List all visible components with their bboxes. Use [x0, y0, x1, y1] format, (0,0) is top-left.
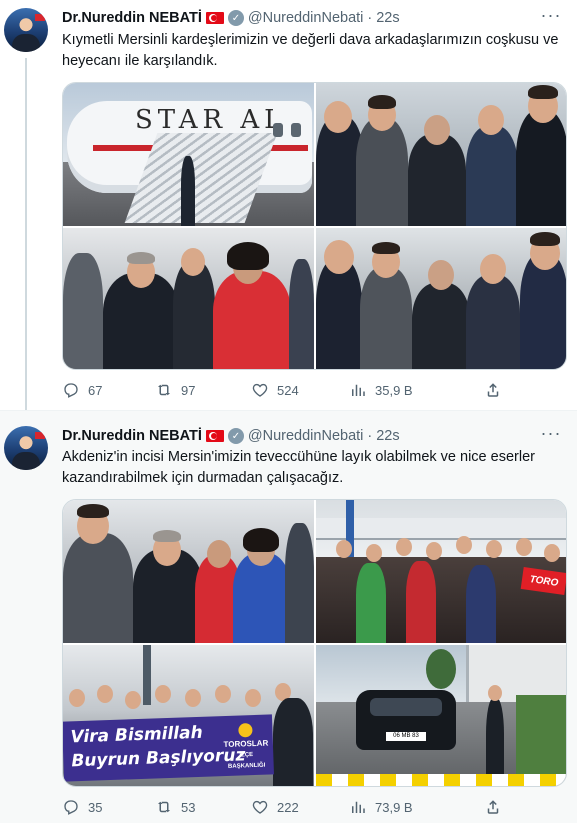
- tweet-1[interactable]: Dr.Nureddin NEBATİ ✓ @NureddinNebati · 2…: [0, 0, 577, 410]
- reply-icon: [64, 800, 78, 815]
- banner-org: TOROSLAR: [223, 738, 269, 750]
- tweet-text: Kıymetli Mersinli kardeşlerimizin ve değ…: [62, 32, 559, 69]
- tweet-2[interactable]: Dr.Nureddin NEBATİ ✓ @NureddinNebati · 2…: [0, 410, 577, 823]
- author-handle[interactable]: @NureddinNebati: [248, 428, 363, 444]
- campaign-banner: Vira Bismillah Buyrun Başlıyoruz TOROSLA…: [63, 714, 274, 782]
- separator: ·: [367, 10, 373, 26]
- togg-suv: 06 MB 83: [356, 690, 456, 750]
- tweet-actions: 35 53 222 73,9 B: [62, 797, 502, 817]
- tweet-actions: 67 97 524 35,9 B: [62, 380, 502, 400]
- verified-badge-icon[interactable]: ✓: [227, 428, 244, 444]
- tweet-text: Akdeniz'in incisi Mersin'imizin teveccüh…: [62, 449, 535, 486]
- like-button[interactable]: 524: [251, 381, 299, 399]
- views-button[interactable]: 73,9 B: [349, 798, 413, 816]
- author-name[interactable]: Dr.Nureddin NEBATİ: [62, 10, 202, 26]
- retweet-count: 53: [181, 799, 196, 815]
- views-count: 73,9 B: [375, 799, 413, 815]
- author-name[interactable]: Dr.Nureddin NEBATİ: [62, 428, 202, 444]
- reply-button[interactable]: 67: [62, 381, 102, 399]
- timestamp[interactable]: 22s: [376, 10, 399, 26]
- retweet-count: 97: [181, 382, 196, 398]
- retweet-icon: [158, 801, 170, 813]
- share-icon: [487, 383, 499, 397]
- reply-button[interactable]: 35: [62, 798, 102, 816]
- views-count: 35,9 B: [375, 382, 413, 398]
- like-count: 524: [277, 382, 299, 398]
- photo-handshake-2[interactable]: [63, 228, 314, 369]
- media-grid[interactable]: TORO Vira Bismillah Buyrun Başlıyoruz TO…: [62, 499, 567, 787]
- share-button[interactable]: [484, 798, 502, 816]
- banner-org-sub: İLÇE BAŞKANLIĞI: [227, 752, 266, 770]
- photo-handshake-1[interactable]: [316, 83, 566, 226]
- heart-icon: [252, 800, 268, 814]
- turkey-flag-icon: [205, 430, 224, 442]
- party-logo: TOROSLAR İLÇE BAŞKANLIĞI: [220, 722, 272, 772]
- aircraft-livery-text: STAR AL: [135, 105, 287, 135]
- views-button[interactable]: 35,9 B: [349, 381, 413, 399]
- heart-icon: [252, 383, 268, 397]
- like-count: 222: [277, 799, 299, 815]
- more-icon[interactable]: ···: [537, 424, 565, 446]
- tweet-header: Dr.Nureddin NEBATİ ✓ @NureddinNebati · 2…: [62, 426, 400, 446]
- tweet-header: Dr.Nureddin NEBATİ ✓ @NureddinNebati · 2…: [62, 8, 400, 28]
- retweet-button[interactable]: 97: [155, 381, 195, 399]
- like-button[interactable]: 222: [251, 798, 299, 816]
- turkey-flag-icon: [205, 12, 224, 24]
- share-button[interactable]: [484, 381, 502, 399]
- more-icon[interactable]: ···: [537, 6, 565, 28]
- author-handle[interactable]: @NureddinNebati: [248, 10, 363, 26]
- author-avatar[interactable]: [4, 426, 48, 470]
- views-chart-icon: [352, 384, 365, 396]
- media-grid[interactable]: STAR AL: [62, 82, 567, 370]
- photo-airplane-arrival[interactable]: STAR AL: [63, 83, 314, 226]
- views-chart-icon: [352, 801, 365, 813]
- lightbulb-icon: [238, 723, 253, 738]
- separator: ·: [367, 428, 373, 444]
- reply-count: 67: [88, 382, 103, 398]
- timestamp[interactable]: 22s: [376, 428, 399, 444]
- retweet-icon: [158, 384, 170, 396]
- photo-handshake-4[interactable]: [63, 500, 314, 643]
- photo-banner-group[interactable]: Vira Bismillah Buyrun Başlıyoruz TOROSLA…: [63, 645, 314, 786]
- reply-count: 35: [88, 799, 103, 815]
- verified-badge-icon[interactable]: ✓: [227, 10, 244, 26]
- thread-line: [25, 58, 27, 410]
- reply-icon: [64, 383, 78, 398]
- retweet-button[interactable]: 53: [155, 798, 195, 816]
- photo-handshake-3[interactable]: [316, 228, 566, 369]
- photo-crowd-applause[interactable]: TORO: [316, 500, 566, 643]
- author-avatar[interactable]: [4, 8, 48, 52]
- photo-togg-car[interactable]: 06 MB 83: [316, 645, 566, 786]
- share-icon: [487, 800, 499, 814]
- license-plate: 06 MB 83: [386, 732, 426, 741]
